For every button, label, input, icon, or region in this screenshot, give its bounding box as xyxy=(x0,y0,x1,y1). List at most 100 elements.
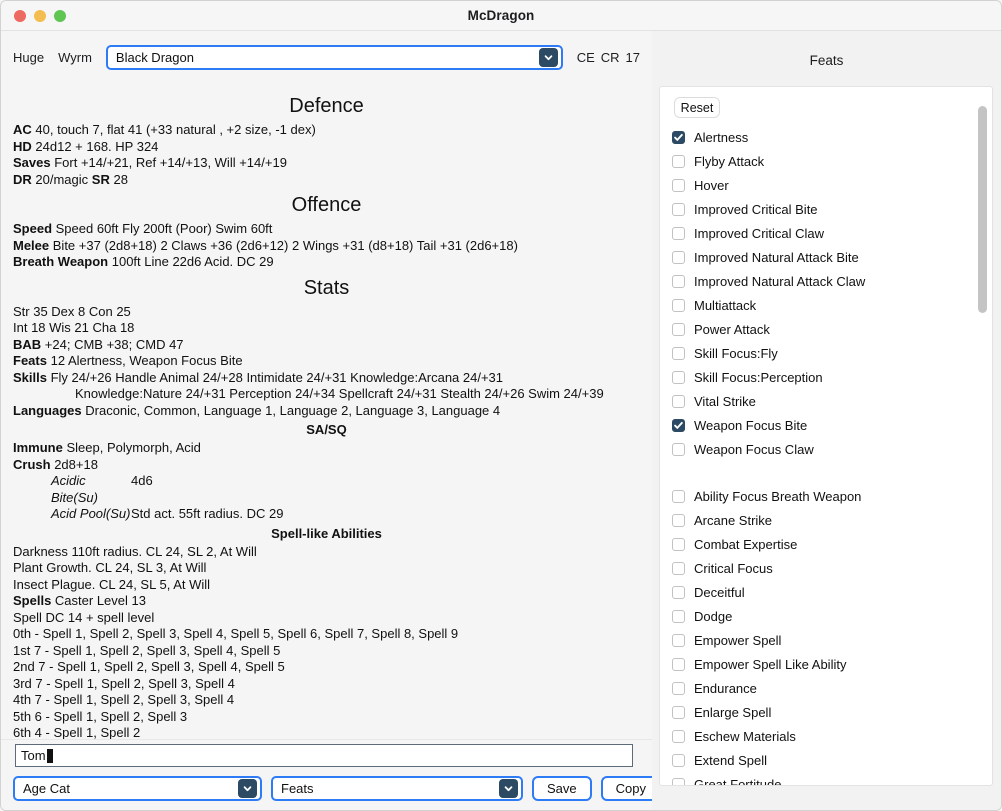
checkbox-checked-icon[interactable] xyxy=(672,418,685,432)
checkbox-icon[interactable] xyxy=(672,274,685,288)
checkbox-icon[interactable] xyxy=(672,298,685,312)
feat-label: Vital Strike xyxy=(694,393,756,409)
ac-value: 40, touch 7, flat 41 (+33 natural , +2 s… xyxy=(35,122,316,137)
feat-row[interactable]: Ability Focus Breath Weapon xyxy=(672,484,970,508)
chevron-down-icon[interactable] xyxy=(238,779,257,798)
creature-name-value: Black Dragon xyxy=(115,49,194,65)
feat-row[interactable]: Weapon Focus Claw xyxy=(672,437,970,461)
feat-row[interactable]: Enlarge Spell xyxy=(672,700,970,724)
feat-row[interactable]: Flyby Attack xyxy=(672,149,970,173)
checkbox-icon[interactable] xyxy=(672,322,685,336)
checkbox-icon[interactable] xyxy=(672,370,685,384)
feat-row[interactable]: Arcane Strike xyxy=(672,508,970,532)
minimize-button[interactable] xyxy=(34,9,46,22)
checkbox-icon[interactable] xyxy=(672,178,685,192)
checkbox-icon[interactable] xyxy=(672,561,685,575)
feat-row[interactable]: Endurance xyxy=(672,676,970,700)
feat-row[interactable]: Empower Spell xyxy=(672,628,970,652)
feat-label: Weapon Focus Claw xyxy=(694,441,814,457)
spell-like-entry: Insect Plague. CL 24, SL 5, At Will xyxy=(13,576,211,592)
languages-row: Languages Draconic, Common, Language 1, … xyxy=(13,403,640,420)
feat-row[interactable]: Eschew Materials xyxy=(672,724,970,748)
hd-label: HD xyxy=(13,138,32,154)
chevron-down-icon[interactable] xyxy=(499,779,518,798)
spell-dc-row: Spell DC 14 + spell level xyxy=(13,609,155,625)
name-input[interactable]: Tom xyxy=(15,744,633,767)
languages-label: Languages xyxy=(13,402,82,418)
checkbox-icon[interactable] xyxy=(672,537,685,551)
checkbox-icon[interactable] xyxy=(672,777,685,785)
checkbox-icon[interactable] xyxy=(672,585,685,599)
checkbox-icon[interactable] xyxy=(672,202,685,216)
spell-level-row: 5th 6 - Spell 1, Spell 2, Spell 3 xyxy=(13,708,188,724)
bottom-toolbar: Tom Age Cat Feats Save Copy xyxy=(1,739,661,810)
feat-row[interactable]: Power Attack xyxy=(672,317,970,341)
skills-label: Skills xyxy=(13,369,47,385)
feat-row[interactable]: Improved Critical Bite xyxy=(672,197,970,221)
feat-label: Deceitful xyxy=(694,584,745,600)
window-title: McDragon xyxy=(467,8,535,23)
checkbox-icon[interactable] xyxy=(672,489,685,503)
creature-name-select[interactable]: Black Dragon xyxy=(105,44,563,70)
checkbox-icon[interactable] xyxy=(672,753,685,767)
spells-label: Spells xyxy=(13,593,52,608)
close-button[interactable] xyxy=(14,9,26,22)
feat-row[interactable]: Combat Expertise xyxy=(672,532,970,556)
checkbox-icon[interactable] xyxy=(672,633,685,647)
feat-row[interactable]: Empower Spell Like Ability xyxy=(672,652,970,676)
feat-row[interactable]: Skill Focus:Perception xyxy=(672,365,970,389)
checkbox-icon[interactable] xyxy=(672,394,685,408)
feats-label: Feats xyxy=(13,353,47,368)
feat-row[interactable]: Improved Critical Claw xyxy=(672,221,970,245)
feat-label: Dodge xyxy=(694,608,733,624)
feat-row[interactable]: Extend Spell xyxy=(672,748,970,772)
checkbox-icon[interactable] xyxy=(672,681,685,695)
checkbox-icon[interactable] xyxy=(672,609,685,623)
statblock-pane: Huge Wyrm Black Dragon CE CR 17 Defence … xyxy=(1,31,661,810)
checkbox-icon[interactable] xyxy=(672,513,685,527)
special-ability-value: 4d6 xyxy=(131,473,153,488)
checkbox-icon[interactable] xyxy=(672,705,685,719)
checkbox-checked-icon[interactable] xyxy=(672,130,685,144)
checkbox-icon[interactable] xyxy=(672,154,685,168)
feat-row[interactable]: Alertness xyxy=(672,125,970,149)
creature-size-label: Huge xyxy=(13,49,45,65)
feat-row[interactable]: Deceitful xyxy=(672,580,970,604)
feats-pane-title: Feats xyxy=(809,52,844,68)
feat-row[interactable]: Weapon Focus Bite xyxy=(672,413,970,437)
feat-row[interactable]: Critical Focus xyxy=(672,556,970,580)
feat-label: Multiattack xyxy=(694,297,757,313)
chevron-down-icon[interactable] xyxy=(538,47,558,67)
feat-row[interactable]: Dodge xyxy=(672,604,970,628)
checkbox-icon[interactable] xyxy=(672,250,685,264)
feats-scrollbar[interactable] xyxy=(978,92,987,782)
zoom-button[interactable] xyxy=(54,9,66,22)
immune-row: Immune Sleep, Polymorph, Acid xyxy=(13,440,640,457)
feat-row[interactable]: Great Fortitude xyxy=(672,772,970,785)
checkbox-icon[interactable] xyxy=(672,226,685,240)
checkbox-icon[interactable] xyxy=(672,442,685,456)
feats-group-general: Ability Focus Breath Weapon Arcane Strike… xyxy=(672,484,970,785)
feat-row[interactable]: Multiattack xyxy=(672,293,970,317)
feats-select[interactable]: Feats xyxy=(271,776,523,801)
feat-label: Arcane Strike xyxy=(694,512,773,528)
feat-row[interactable]: Improved Natural Attack Bite xyxy=(672,245,970,269)
save-button[interactable]: Save xyxy=(532,776,592,801)
feat-label: Combat Expertise xyxy=(694,536,798,552)
checkbox-icon[interactable] xyxy=(672,657,685,671)
spells-row: Spells Caster Level 13 xyxy=(13,593,640,610)
age-category-select[interactable]: Age Cat xyxy=(13,776,262,801)
feats-scrollbar-thumb[interactable] xyxy=(978,105,987,313)
reset-button[interactable]: Reset xyxy=(674,97,720,118)
feat-row[interactable]: Improved Natural Attack Claw xyxy=(672,269,970,293)
checkbox-icon[interactable] xyxy=(672,729,685,743)
feats-row: Feats 12 Alertness, Weapon Focus Bite xyxy=(13,353,640,370)
speed-label: Speed xyxy=(13,221,53,236)
feat-row[interactable]: Vital Strike xyxy=(672,389,970,413)
feat-row[interactable]: Hover xyxy=(672,173,970,197)
feat-label: Skill Focus:Fly xyxy=(694,345,778,361)
feat-row[interactable]: Skill Focus:Fly xyxy=(672,341,970,365)
feat-label: Flyby Attack xyxy=(694,153,765,169)
bab-row: BAB +24; CMB +38; CMD 47 xyxy=(13,337,640,354)
checkbox-icon[interactable] xyxy=(672,346,685,360)
